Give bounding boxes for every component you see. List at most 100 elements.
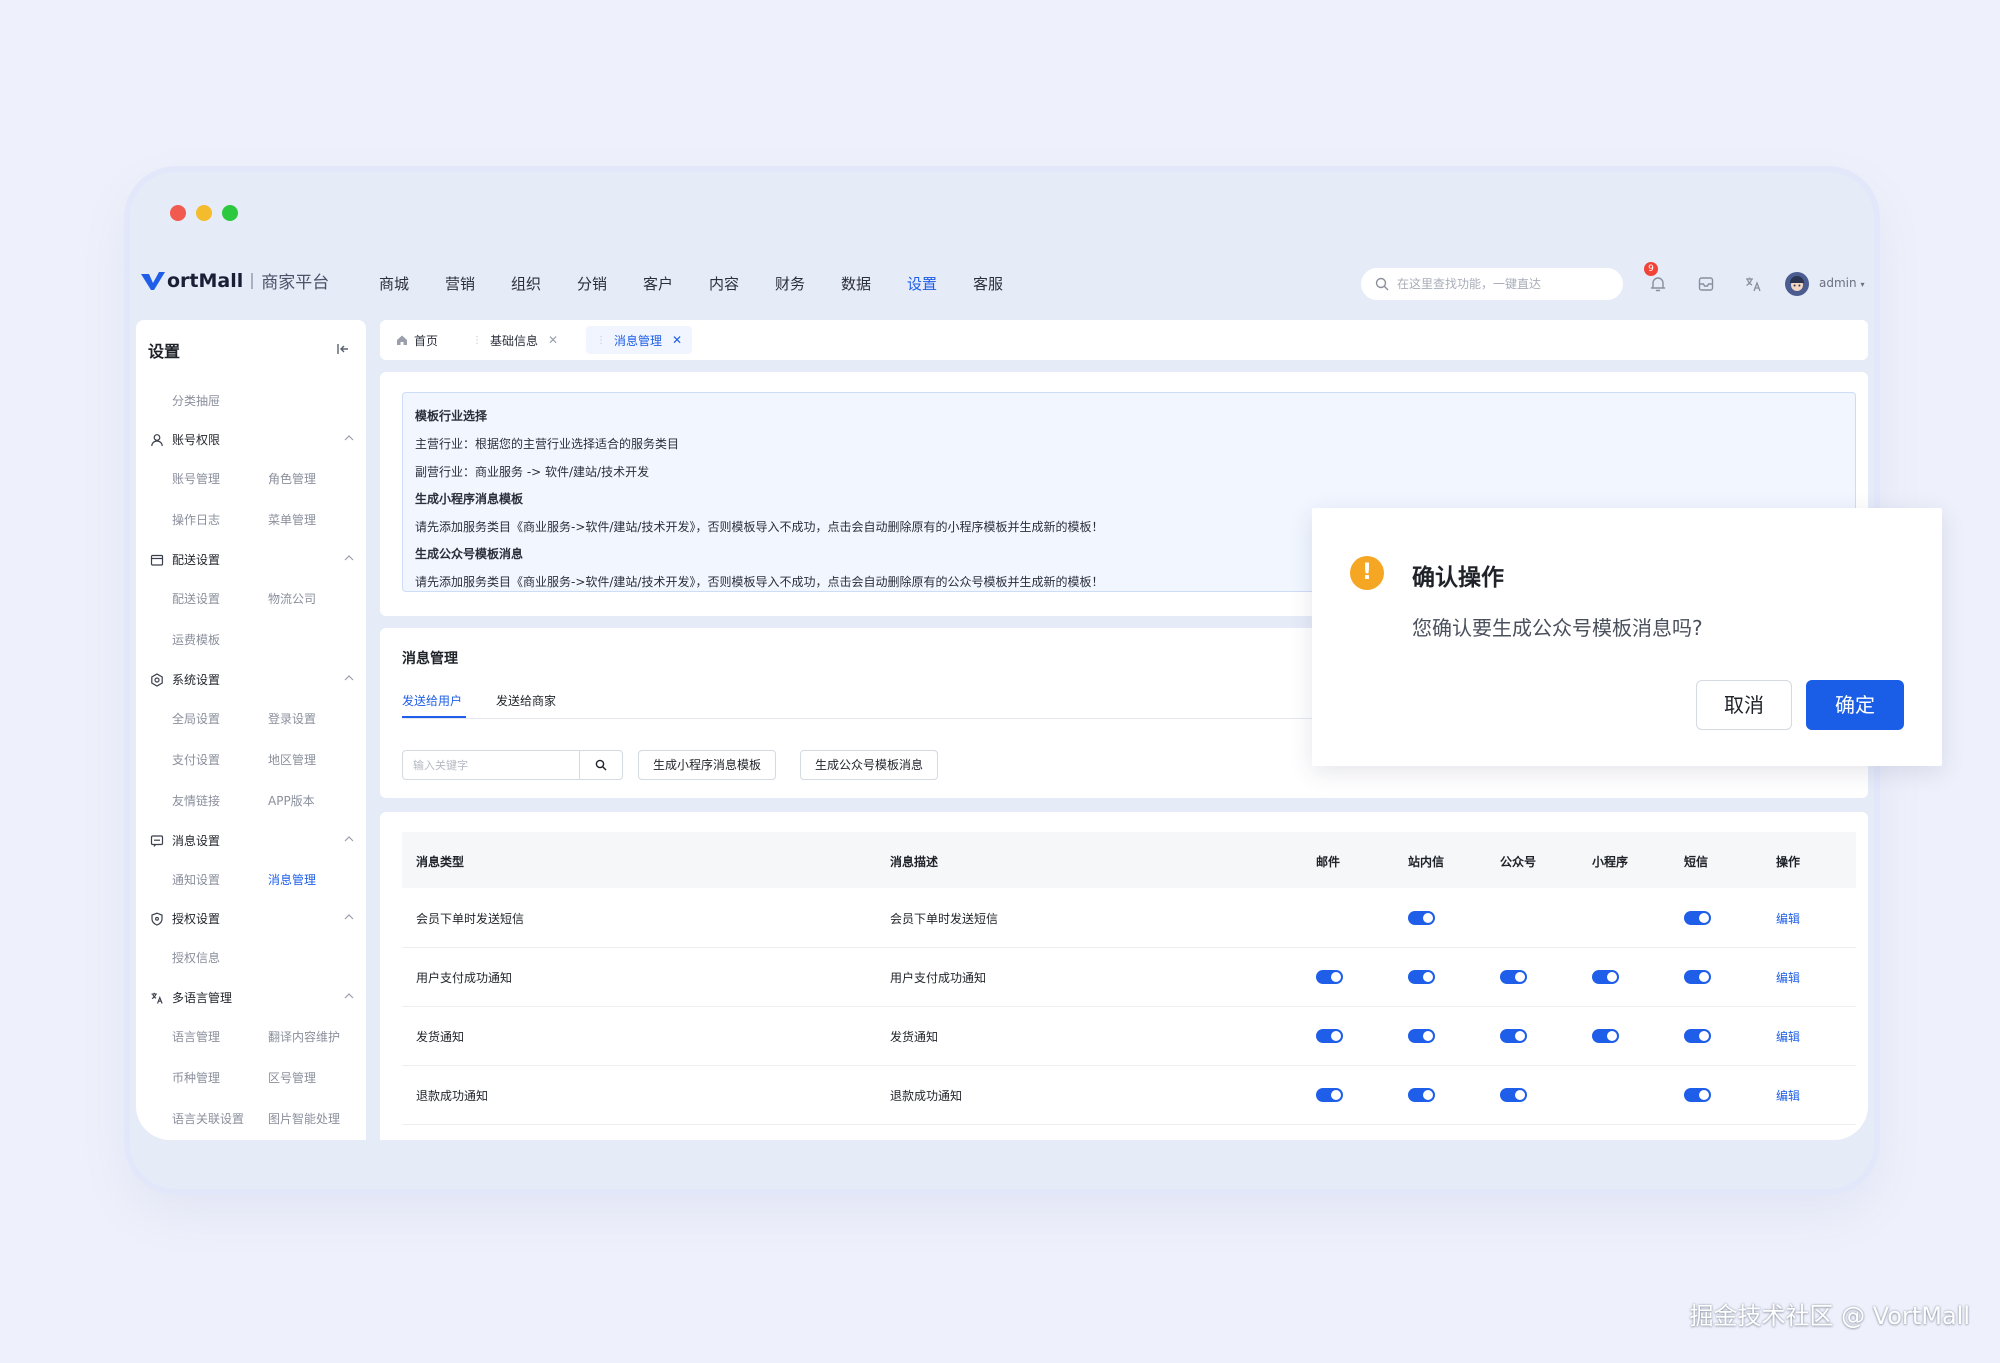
nav-item-organization[interactable]: 组织 (493, 252, 559, 316)
sidebar-title: 设置 (148, 342, 181, 361)
generate-official-account-template-button[interactable]: 生成公众号模板消息 (800, 750, 939, 780)
nav-item-data[interactable]: 数据 (823, 252, 889, 316)
sidebar-item-operation-log[interactable]: 操作日志 (172, 511, 220, 528)
sms-toggle[interactable] (1684, 1029, 1711, 1043)
nav-item-finance[interactable]: 财务 (757, 252, 823, 316)
keyword-input[interactable] (402, 750, 580, 780)
logo[interactable]: ortMall 商家平台 (140, 268, 329, 293)
close-icon[interactable]: ✕ (672, 333, 682, 347)
avatar[interactable] (1785, 272, 1809, 296)
sidebar-group-account[interactable]: 账号权限 (150, 431, 354, 448)
nav-item-customers[interactable]: 客户 (625, 252, 691, 316)
sidebar-group-multilanguage[interactable]: 多语言管理 (150, 989, 354, 1006)
confirm-dialog: ! 确认操作 您确认要生成公众号模板消息吗? 取消 确定 (1312, 508, 1942, 766)
official-account-toggle[interactable] (1500, 970, 1527, 984)
cell-description: 退款成功通知 (890, 1089, 963, 1103)
cancel-button[interactable]: 取消 (1696, 680, 1792, 730)
cell-type: 发货通知 (416, 1030, 465, 1044)
sidebar-item-translation[interactable]: 翻译内容维护 (268, 1028, 340, 1045)
tab-send-to-merchant[interactable]: 发送给商家 (496, 692, 556, 709)
tab-send-to-user[interactable]: 发送给用户 (402, 692, 462, 709)
sidebar-item-smart-image[interactable]: 图片智能处理 (268, 1110, 340, 1127)
close-icon[interactable]: ✕ (548, 333, 558, 347)
sidebar-item-logistics[interactable]: 物流公司 (268, 590, 316, 607)
sidebar-item-roles[interactable]: 角色管理 (268, 470, 316, 487)
window-controls (170, 205, 238, 221)
sidebar-group-delivery[interactable]: 配送设置 (150, 551, 354, 568)
nav-item-mall[interactable]: 商城 (361, 252, 427, 316)
sms-toggle[interactable] (1684, 970, 1711, 984)
sidebar-item-login-settings[interactable]: 登录设置 (268, 710, 316, 727)
table-row: 用户支付成功通知 用户支付成功通知 编辑 (402, 947, 1856, 1007)
brand-divider (251, 272, 254, 289)
mini-program-toggle[interactable] (1592, 1029, 1619, 1043)
sidebar-item-category-drawer[interactable]: 分类抽屉 (172, 392, 220, 409)
sidebar-item-notification-settings[interactable]: 通知设置 (172, 871, 220, 888)
official-account-toggle[interactable] (1500, 1029, 1527, 1043)
brand-name: ortMall (167, 269, 244, 292)
sidebar-item-payment-settings[interactable]: 支付设置 (172, 751, 220, 768)
logo-v-icon (141, 271, 165, 290)
chevron-down-icon: ▾ (1860, 280, 1865, 289)
tab-home[interactable]: 首页 (396, 326, 438, 354)
tab-message-management[interactable]: ⋮ 消息管理 ✕ (586, 326, 693, 354)
search-input[interactable] (1395, 276, 1619, 292)
global-search[interactable] (1361, 268, 1623, 300)
sidebar-item-message-management[interactable]: 消息管理 (268, 871, 316, 888)
sidebar-item-area-code[interactable]: 区号管理 (268, 1069, 316, 1086)
table-row: 退款成功通知 退款成功通知 编辑 (402, 1065, 1856, 1125)
official-account-toggle[interactable] (1500, 1088, 1527, 1102)
confirm-button[interactable]: 确定 (1806, 680, 1904, 730)
mini-program-toggle[interactable] (1592, 970, 1619, 984)
column-header: 消息描述 (890, 855, 939, 869)
generate-mini-program-template-button[interactable]: 生成小程序消息模板 (638, 750, 777, 780)
email-toggle[interactable] (1316, 1029, 1343, 1043)
sms-toggle[interactable] (1684, 1088, 1711, 1102)
site-message-toggle[interactable] (1408, 970, 1435, 984)
sidebar-item-authorization-info[interactable]: 授权信息 (172, 949, 220, 966)
sidebar-group-authorization[interactable]: 授权设置 (150, 910, 354, 927)
sidebar-item-delivery-settings[interactable]: 配送设置 (172, 590, 220, 607)
bell-icon[interactable] (1648, 274, 1668, 294)
sidebar-group-system[interactable]: 系统设置 (150, 671, 354, 688)
inbox-icon[interactable] (1696, 274, 1716, 294)
sidebar-item-global-settings[interactable]: 全局设置 (172, 710, 220, 727)
edit-link[interactable]: 编辑 (1776, 1028, 1800, 1045)
search-icon (595, 759, 607, 771)
search-button[interactable] (579, 750, 623, 780)
tab-basic-info[interactable]: ⋮ 基础信息 ✕ (472, 326, 558, 354)
maximize-dot[interactable] (222, 205, 238, 221)
sidebar-item-language-association[interactable]: 语言关联设置 (172, 1110, 244, 1127)
edit-link[interactable]: 编辑 (1776, 910, 1800, 927)
edit-link[interactable]: 编辑 (1776, 1087, 1800, 1104)
sidebar-item-menu[interactable]: 菜单管理 (268, 511, 316, 528)
sidebar-item-currency[interactable]: 币种管理 (172, 1069, 220, 1086)
tab-label: 基础信息 (490, 333, 539, 348)
site-message-toggle[interactable] (1408, 1088, 1435, 1102)
collapse-sidebar-icon[interactable] (336, 342, 350, 356)
sidebar-item-friend-links[interactable]: 友情链接 (172, 792, 220, 809)
sidebar-item-region[interactable]: 地区管理 (268, 751, 316, 768)
search-icon (1375, 277, 1389, 291)
nav-item-distribution[interactable]: 分销 (559, 252, 625, 316)
email-toggle[interactable] (1316, 1088, 1343, 1102)
edit-link[interactable]: 编辑 (1776, 969, 1800, 986)
sms-toggle[interactable] (1684, 911, 1711, 925)
user-menu[interactable]: admin ▾ (1819, 276, 1864, 290)
nav-item-settings[interactable]: 设置 (889, 252, 955, 316)
close-dot[interactable] (170, 205, 186, 221)
username: admin (1819, 276, 1857, 290)
minimize-dot[interactable] (196, 205, 212, 221)
translate-icon[interactable] (1743, 274, 1763, 294)
sidebar-item-freight-template[interactable]: 运费模板 (172, 631, 220, 648)
nav-item-marketing[interactable]: 营销 (427, 252, 493, 316)
sidebar-item-language-management[interactable]: 语言管理 (172, 1028, 220, 1045)
nav-item-service[interactable]: 客服 (955, 252, 1021, 316)
sidebar-item-app-version[interactable]: APP版本 (268, 792, 315, 809)
email-toggle[interactable] (1316, 970, 1343, 984)
site-message-toggle[interactable] (1408, 1029, 1435, 1043)
sidebar-group-message[interactable]: 消息设置 (150, 832, 354, 849)
site-message-toggle[interactable] (1408, 911, 1435, 925)
sidebar-item-accounts[interactable]: 账号管理 (172, 470, 220, 487)
nav-item-content[interactable]: 内容 (691, 252, 757, 316)
